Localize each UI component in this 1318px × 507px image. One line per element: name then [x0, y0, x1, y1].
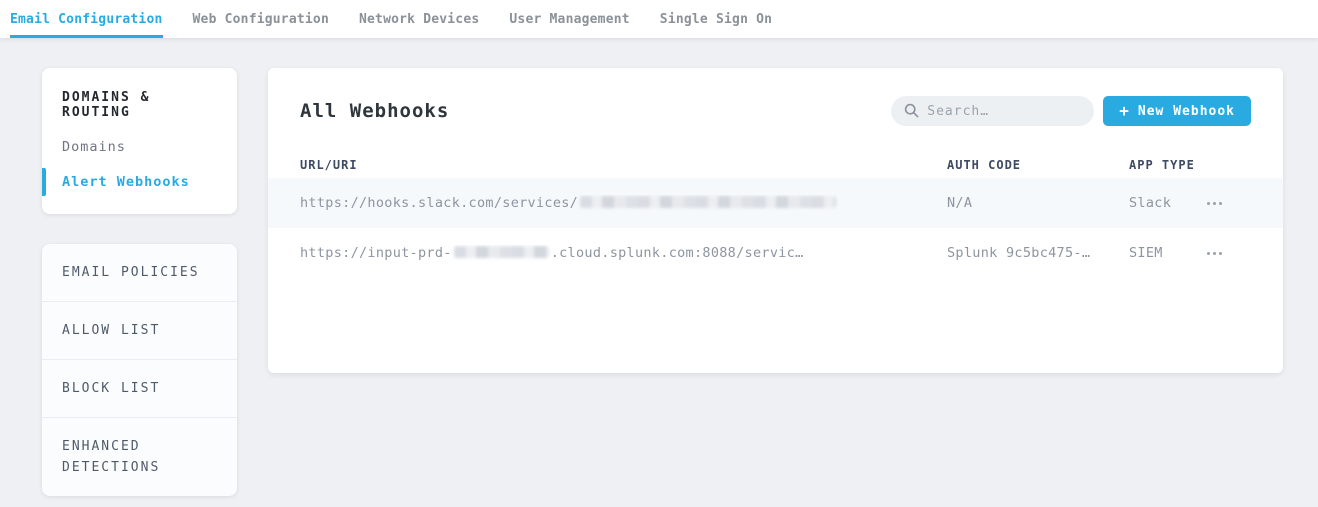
- redacted-url-segment: [454, 246, 549, 258]
- sidebar-item-email-policies[interactable]: EMAIL POLICIES: [42, 244, 237, 301]
- nav-tabs: Email Configuration Web Configuration Ne…: [10, 0, 772, 38]
- sidebar-item-allow-list[interactable]: ALLOW LIST: [42, 301, 237, 359]
- tab-single-sign-on[interactable]: Single Sign On: [660, 0, 772, 38]
- webhooks-table: URL/URI AUTH CODE APP TYPE https://hooks…: [268, 152, 1283, 278]
- sidebar: DOMAINS & ROUTING Domains Alert Webhooks…: [42, 68, 237, 496]
- search-box: [891, 96, 1094, 126]
- row-actions-menu-icon[interactable]: [1207, 202, 1223, 205]
- panel-header: All Webhooks + New Webhook: [268, 68, 1283, 126]
- sidebar-item-alert-webhooks[interactable]: Alert Webhooks: [42, 174, 237, 190]
- plus-icon: +: [1119, 103, 1130, 119]
- new-webhook-button-label: New Webhook: [1138, 104, 1235, 119]
- domains-routing-heading: DOMAINS & ROUTING: [42, 90, 237, 120]
- sidebar-item-block-list[interactable]: BLOCK LIST: [42, 359, 237, 417]
- search-input[interactable]: [891, 96, 1094, 126]
- webhook-url: https://hooks.slack.com/services/: [300, 195, 947, 211]
- column-header-url: URL/URI: [300, 158, 947, 172]
- table-row: https://input-prd-.cloud.splunk.com:8088…: [268, 228, 1283, 278]
- table-header-row: URL/URI AUTH CODE APP TYPE: [268, 152, 1283, 178]
- header-controls: + New Webhook: [891, 96, 1251, 126]
- redacted-url-segment: [580, 196, 836, 208]
- sidebar-sections-card: EMAIL POLICIES ALLOW LIST BLOCK LIST ENH…: [42, 244, 237, 496]
- column-header-auth-code: AUTH CODE: [947, 158, 1129, 172]
- webhook-app-type: SIEM: [1129, 245, 1207, 261]
- new-webhook-button[interactable]: + New Webhook: [1103, 96, 1251, 126]
- tab-email-configuration[interactable]: Email Configuration: [10, 0, 163, 38]
- tab-web-configuration[interactable]: Web Configuration: [193, 0, 329, 38]
- domains-routing-card: DOMAINS & ROUTING Domains Alert Webhooks: [42, 68, 237, 214]
- sidebar-item-enhanced-detections[interactable]: ENHANCED DETECTIONS: [42, 417, 237, 496]
- tab-user-management[interactable]: User Management: [509, 0, 629, 38]
- webhook-auth-code: Splunk 9c5bc475-…: [947, 245, 1129, 261]
- webhook-auth-code: N/A: [947, 195, 1129, 211]
- webhook-url: https://input-prd-.cloud.splunk.com:8088…: [300, 245, 947, 261]
- row-actions-menu-icon[interactable]: [1207, 252, 1223, 255]
- column-header-app-type: APP TYPE: [1129, 158, 1207, 172]
- table-row: https://hooks.slack.com/services/ N/A Sl…: [268, 178, 1283, 228]
- page-content: DOMAINS & ROUTING Domains Alert Webhooks…: [0, 38, 1318, 496]
- page-title: All Webhooks: [300, 100, 449, 122]
- webhook-app-type: Slack: [1129, 195, 1207, 211]
- search-icon: [904, 103, 919, 118]
- webhooks-panel: All Webhooks + New Webhook URL/URI AU: [268, 68, 1283, 373]
- tab-network-devices[interactable]: Network Devices: [359, 0, 479, 38]
- sidebar-item-domains[interactable]: Domains: [42, 139, 237, 155]
- top-navigation-bar: Email Configuration Web Configuration Ne…: [0, 0, 1318, 38]
